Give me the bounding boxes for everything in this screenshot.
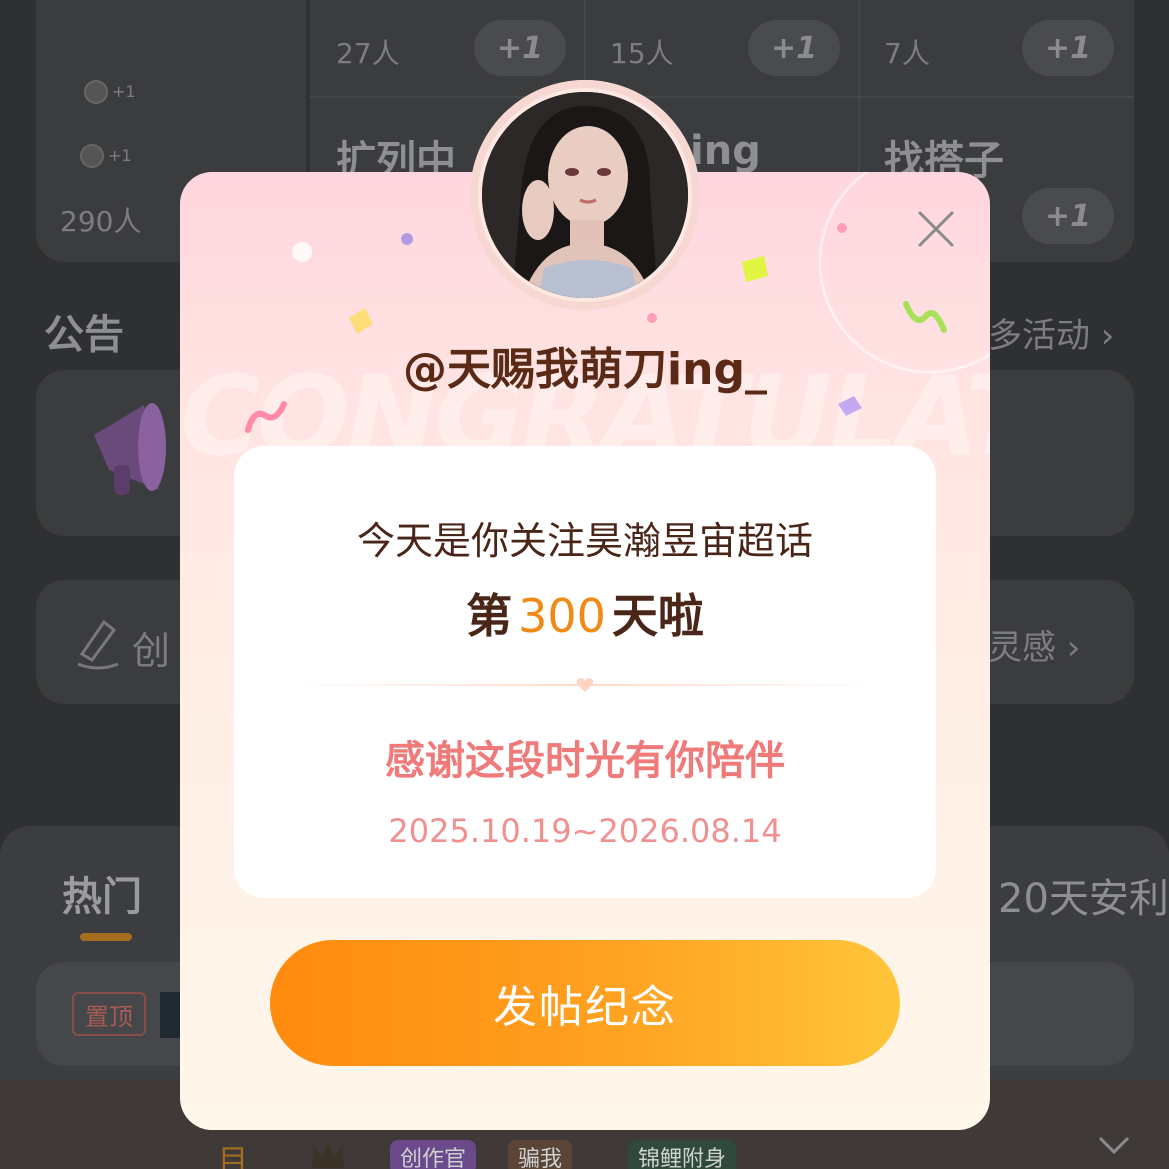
bottom-label: 目 <box>218 1144 248 1169</box>
post-commemorate-button[interactable]: 发帖纪念 <box>270 940 900 1066</box>
close-button[interactable] <box>911 204 961 254</box>
group-name: ing <box>690 128 761 174</box>
confetti-icon <box>742 256 768 282</box>
koi-badge: 锦鲤附身 <box>628 1140 737 1169</box>
close-icon <box>918 211 954 247</box>
confetti-icon <box>292 242 312 262</box>
pinned-badge: 置顶 <box>72 992 146 1036</box>
small-plus-label: +1 <box>108 146 132 165</box>
group-count: 7人 <box>884 37 930 70</box>
member-count: 290人 <box>60 205 142 238</box>
creator-badge: 创作官 <box>390 1140 477 1169</box>
thanks-message: 感谢这段时光有你陪伴 <box>385 738 785 784</box>
inspiration-link[interactable]: 灵感 › <box>988 620 1080 669</box>
confetti-icon <box>401 233 413 245</box>
join-button[interactable]: +1 <box>1022 20 1114 76</box>
group-count: 15人 <box>610 37 674 70</box>
pen-icon <box>77 619 119 670</box>
confetti-icon <box>838 396 862 416</box>
group-count: 27人 <box>336 37 400 70</box>
confetti-icon <box>245 401 287 433</box>
tab-recommend[interactable]: 20天安利 <box>998 866 1169 924</box>
tab-hot[interactable]: 热门 <box>62 864 142 922</box>
chevron-down-icon[interactable] <box>1094 1130 1134 1160</box>
small-plus-label: +1 <box>112 82 136 101</box>
confetti-icon <box>837 223 847 233</box>
join-button[interactable]: +1 <box>474 20 566 76</box>
level-badge: 骗我 <box>508 1140 573 1169</box>
crown-icon <box>312 1142 344 1168</box>
post-thumbnail <box>160 992 182 1038</box>
more-activity-link[interactable]: 多活动 › <box>988 308 1114 357</box>
days-message: 第 300 天啦 <box>234 580 936 646</box>
date-range: 2025.10.19~2026.08.14 <box>388 812 782 850</box>
follow-message: 今天是你关注昊瀚昱宙超话 <box>356 519 813 563</box>
active-tab-indicator <box>80 933 132 941</box>
avatar <box>80 144 104 168</box>
avatar-portrait <box>482 92 688 298</box>
days-suffix: 天啦 <box>611 589 704 643</box>
username: @天赐我萌刀ing_ <box>403 344 767 395</box>
divider <box>310 96 1134 98</box>
megaphone-icon <box>94 403 166 495</box>
days-count: 300 <box>518 589 606 643</box>
avatar <box>84 80 108 104</box>
days-prefix: 第 <box>466 589 513 643</box>
announcement-title: 公告 <box>44 312 124 358</box>
join-button[interactable]: +1 <box>748 20 840 76</box>
heart-icon <box>576 678 594 692</box>
join-button[interactable]: +1 <box>1022 188 1114 244</box>
create-label: 创 <box>132 629 171 673</box>
confetti-icon <box>647 313 657 323</box>
avatar[interactable] <box>482 92 688 298</box>
